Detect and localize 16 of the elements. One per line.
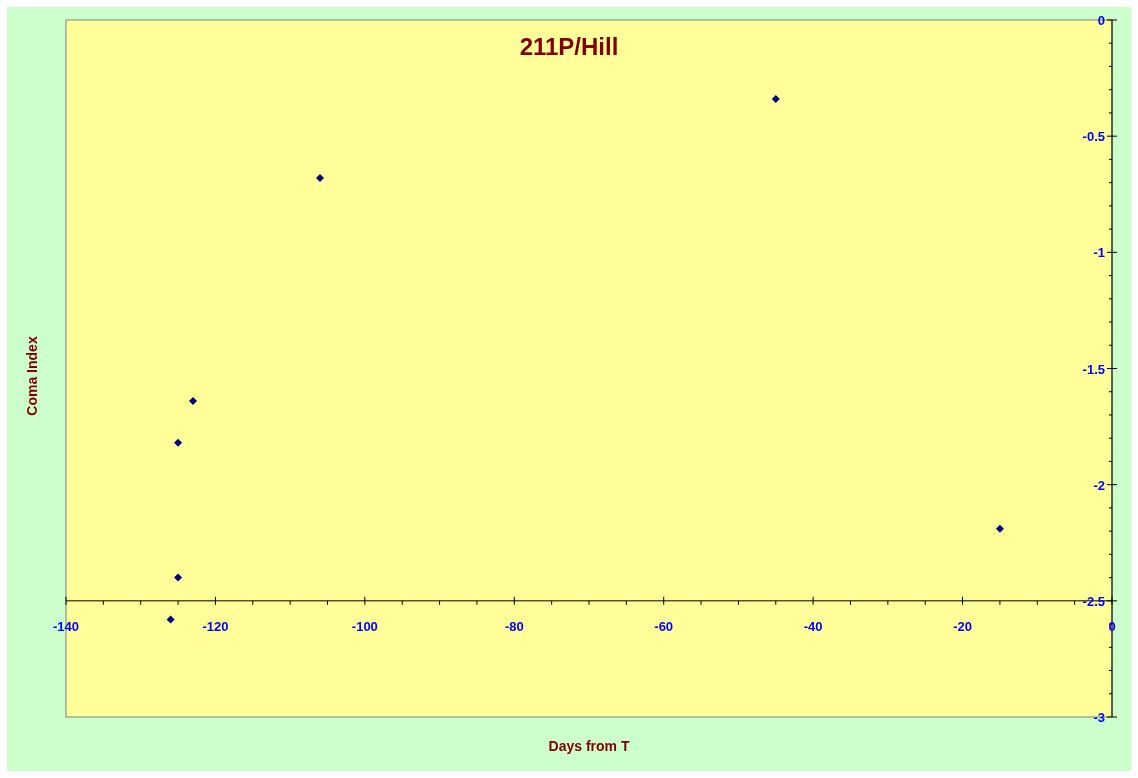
x-tick-label: -140: [53, 618, 79, 634]
x-axis-label: Days from T: [548, 738, 630, 754]
y-tick-label: -1: [1093, 245, 1105, 261]
y-tick-label: 0: [1097, 13, 1105, 28]
y-tick-label: -0.5: [1082, 129, 1105, 145]
x-tick-label: -80: [504, 618, 524, 634]
x-tick-label: -20: [953, 618, 972, 634]
y-tick-label: -2: [1093, 477, 1105, 493]
chart-title: 211P/Hill: [519, 33, 619, 60]
x-tick-label: -100: [351, 618, 378, 634]
x-tick-label: -40: [803, 618, 823, 634]
x-tick-label: -60: [654, 618, 674, 634]
y-tick-label: -3: [1093, 710, 1105, 725]
y-tick-label: -1.5: [1082, 361, 1105, 377]
x-tick-label: -120: [202, 618, 229, 634]
y-axis-label: Coma Index: [24, 336, 40, 416]
